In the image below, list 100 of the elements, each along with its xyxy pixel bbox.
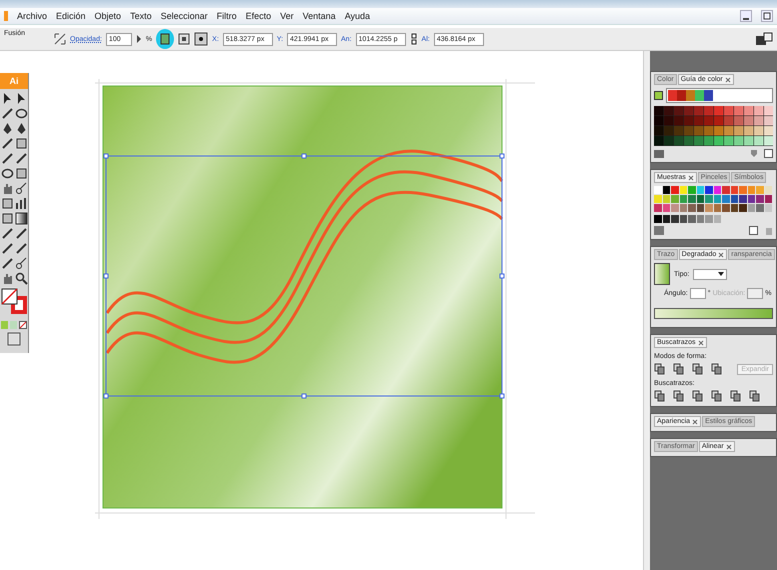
color-swatch[interactable]	[662, 204, 670, 212]
harmony-color[interactable]	[677, 90, 686, 101]
menu-item[interactable]: Edición	[56, 11, 86, 21]
harmony-color[interactable]	[686, 90, 695, 101]
lasso-icon[interactable]	[14, 107, 28, 120]
tint-swatch[interactable]	[696, 215, 704, 223]
search-icon[interactable]	[14, 272, 28, 285]
selection-box[interactable]	[104, 154, 504, 398]
tint-swatch[interactable]	[714, 215, 721, 223]
screen-mode-icon[interactable]	[7, 332, 21, 346]
color-swatch[interactable]	[722, 204, 730, 212]
harmony-selector[interactable]	[666, 88, 773, 103]
pathfinder-icon[interactable]	[654, 390, 665, 402]
grid-icon[interactable]	[654, 150, 664, 158]
color-swatch[interactable]	[680, 195, 687, 203]
color-swatch[interactable]	[756, 195, 764, 203]
rectangle-icon[interactable]	[14, 167, 28, 180]
color-swatch[interactable]	[705, 204, 712, 212]
color-swatch[interactable]	[748, 186, 755, 194]
shape-mode-icon[interactable]	[654, 363, 665, 375]
pathfinder-icon[interactable]	[673, 390, 684, 402]
menu-item[interactable]: Efecto	[246, 11, 272, 21]
tint-swatch[interactable]	[680, 215, 687, 223]
menu-item[interactable]: Seleccionar	[160, 11, 208, 21]
color-swatch[interactable]	[705, 195, 712, 203]
tint-swatch[interactable]	[654, 215, 662, 223]
color-swatch[interactable]	[748, 204, 755, 212]
menu-item[interactable]: Ayuda	[344, 11, 370, 21]
shield-icon[interactable]	[750, 149, 758, 158]
color-swatch[interactable]	[671, 204, 678, 212]
menu-item[interactable]: Ventana	[302, 11, 336, 21]
rectangle-icon[interactable]	[14, 137, 28, 150]
color-swatch[interactable]	[739, 186, 746, 194]
close-icon[interactable]	[698, 340, 704, 346]
color-swatch[interactable]	[680, 186, 687, 194]
color-mode-icon[interactable]	[1, 321, 8, 329]
angle-field[interactable]	[690, 288, 706, 299]
harmony-color[interactable]	[695, 90, 704, 101]
color-swatch[interactable]	[748, 195, 755, 203]
expand-icon[interactable]	[54, 33, 66, 45]
mask-button[interactable]	[156, 29, 174, 49]
tint-swatch[interactable]	[688, 215, 696, 223]
gradient-slider[interactable]	[654, 308, 773, 319]
menu-item[interactable]: Ver	[280, 11, 294, 21]
color-swatch[interactable]	[662, 186, 670, 194]
color-swatch[interactable]	[722, 195, 730, 203]
color-swatch[interactable]	[671, 195, 678, 203]
color-swatch[interactable]	[730, 195, 738, 203]
type-dropdown[interactable]	[693, 268, 728, 280]
new-page-icon[interactable]	[764, 149, 773, 158]
color-swatch[interactable]	[696, 195, 704, 203]
color-swatch[interactable]	[680, 204, 687, 212]
rectangle-icon[interactable]	[0, 212, 14, 225]
color-swatch[interactable]	[705, 186, 712, 194]
close-icon[interactable]	[688, 174, 694, 180]
pen-icon[interactable]	[0, 122, 14, 135]
color-swatch[interactable]	[739, 195, 746, 203]
none-mode-icon[interactable]	[19, 321, 27, 329]
close-icon[interactable]	[724, 76, 731, 82]
close-icon[interactable]	[718, 252, 724, 258]
close-icon[interactable]	[726, 444, 732, 450]
color-swatch[interactable]	[730, 186, 738, 194]
pathfinder-icon[interactable]	[692, 390, 703, 402]
swatch-icon[interactable]	[654, 91, 663, 100]
color-swatch[interactable]	[654, 204, 662, 212]
gradient-icon[interactable]	[14, 212, 28, 225]
pathfinder-icon[interactable]	[730, 390, 741, 402]
reference-point-icon[interactable]	[194, 32, 208, 46]
color-swatch[interactable]	[696, 204, 704, 212]
ellipse-icon[interactable]	[0, 167, 14, 180]
grid-icon[interactable]	[178, 33, 190, 45]
shape-mode-icon[interactable]	[673, 363, 684, 375]
menu-item[interactable]: Archivo	[17, 11, 48, 21]
color-swatch[interactable]	[764, 186, 772, 194]
color-variations-drawing[interactable]	[654, 106, 773, 146]
line-icon[interactable]	[0, 137, 14, 150]
color-swatch[interactable]	[764, 204, 772, 212]
color-swatch[interactable]	[688, 195, 696, 203]
harmony-color[interactable]	[668, 90, 677, 101]
scrollbar[interactable]	[643, 51, 650, 570]
tint-swatch[interactable]	[671, 215, 678, 223]
tint-swatch[interactable]	[705, 215, 712, 223]
color-swatch[interactable]	[722, 186, 730, 194]
pen-icon[interactable]	[14, 122, 28, 135]
restore-icon[interactable]	[761, 10, 773, 22]
menu-item[interactable]: Objeto	[94, 11, 122, 21]
pathfinder-icon[interactable]	[749, 390, 760, 402]
tint-swatch[interactable]	[662, 215, 670, 223]
color-swatch[interactable]	[730, 204, 738, 212]
harmony-color[interactable]	[704, 90, 713, 101]
color-swatch[interactable]	[756, 204, 764, 212]
link-icon[interactable]	[410, 33, 418, 45]
shape-mode-icon[interactable]	[692, 363, 703, 375]
color-swatch[interactable]	[688, 186, 696, 194]
color-swatch[interactable]	[662, 195, 670, 203]
gradient-swatch[interactable]	[654, 263, 670, 285]
menu-item[interactable]: Texto	[130, 11, 152, 21]
bar-chart-icon[interactable]	[14, 197, 28, 210]
menu-item[interactable]: Filtro	[216, 11, 237, 21]
color-swatch[interactable]	[671, 186, 678, 194]
